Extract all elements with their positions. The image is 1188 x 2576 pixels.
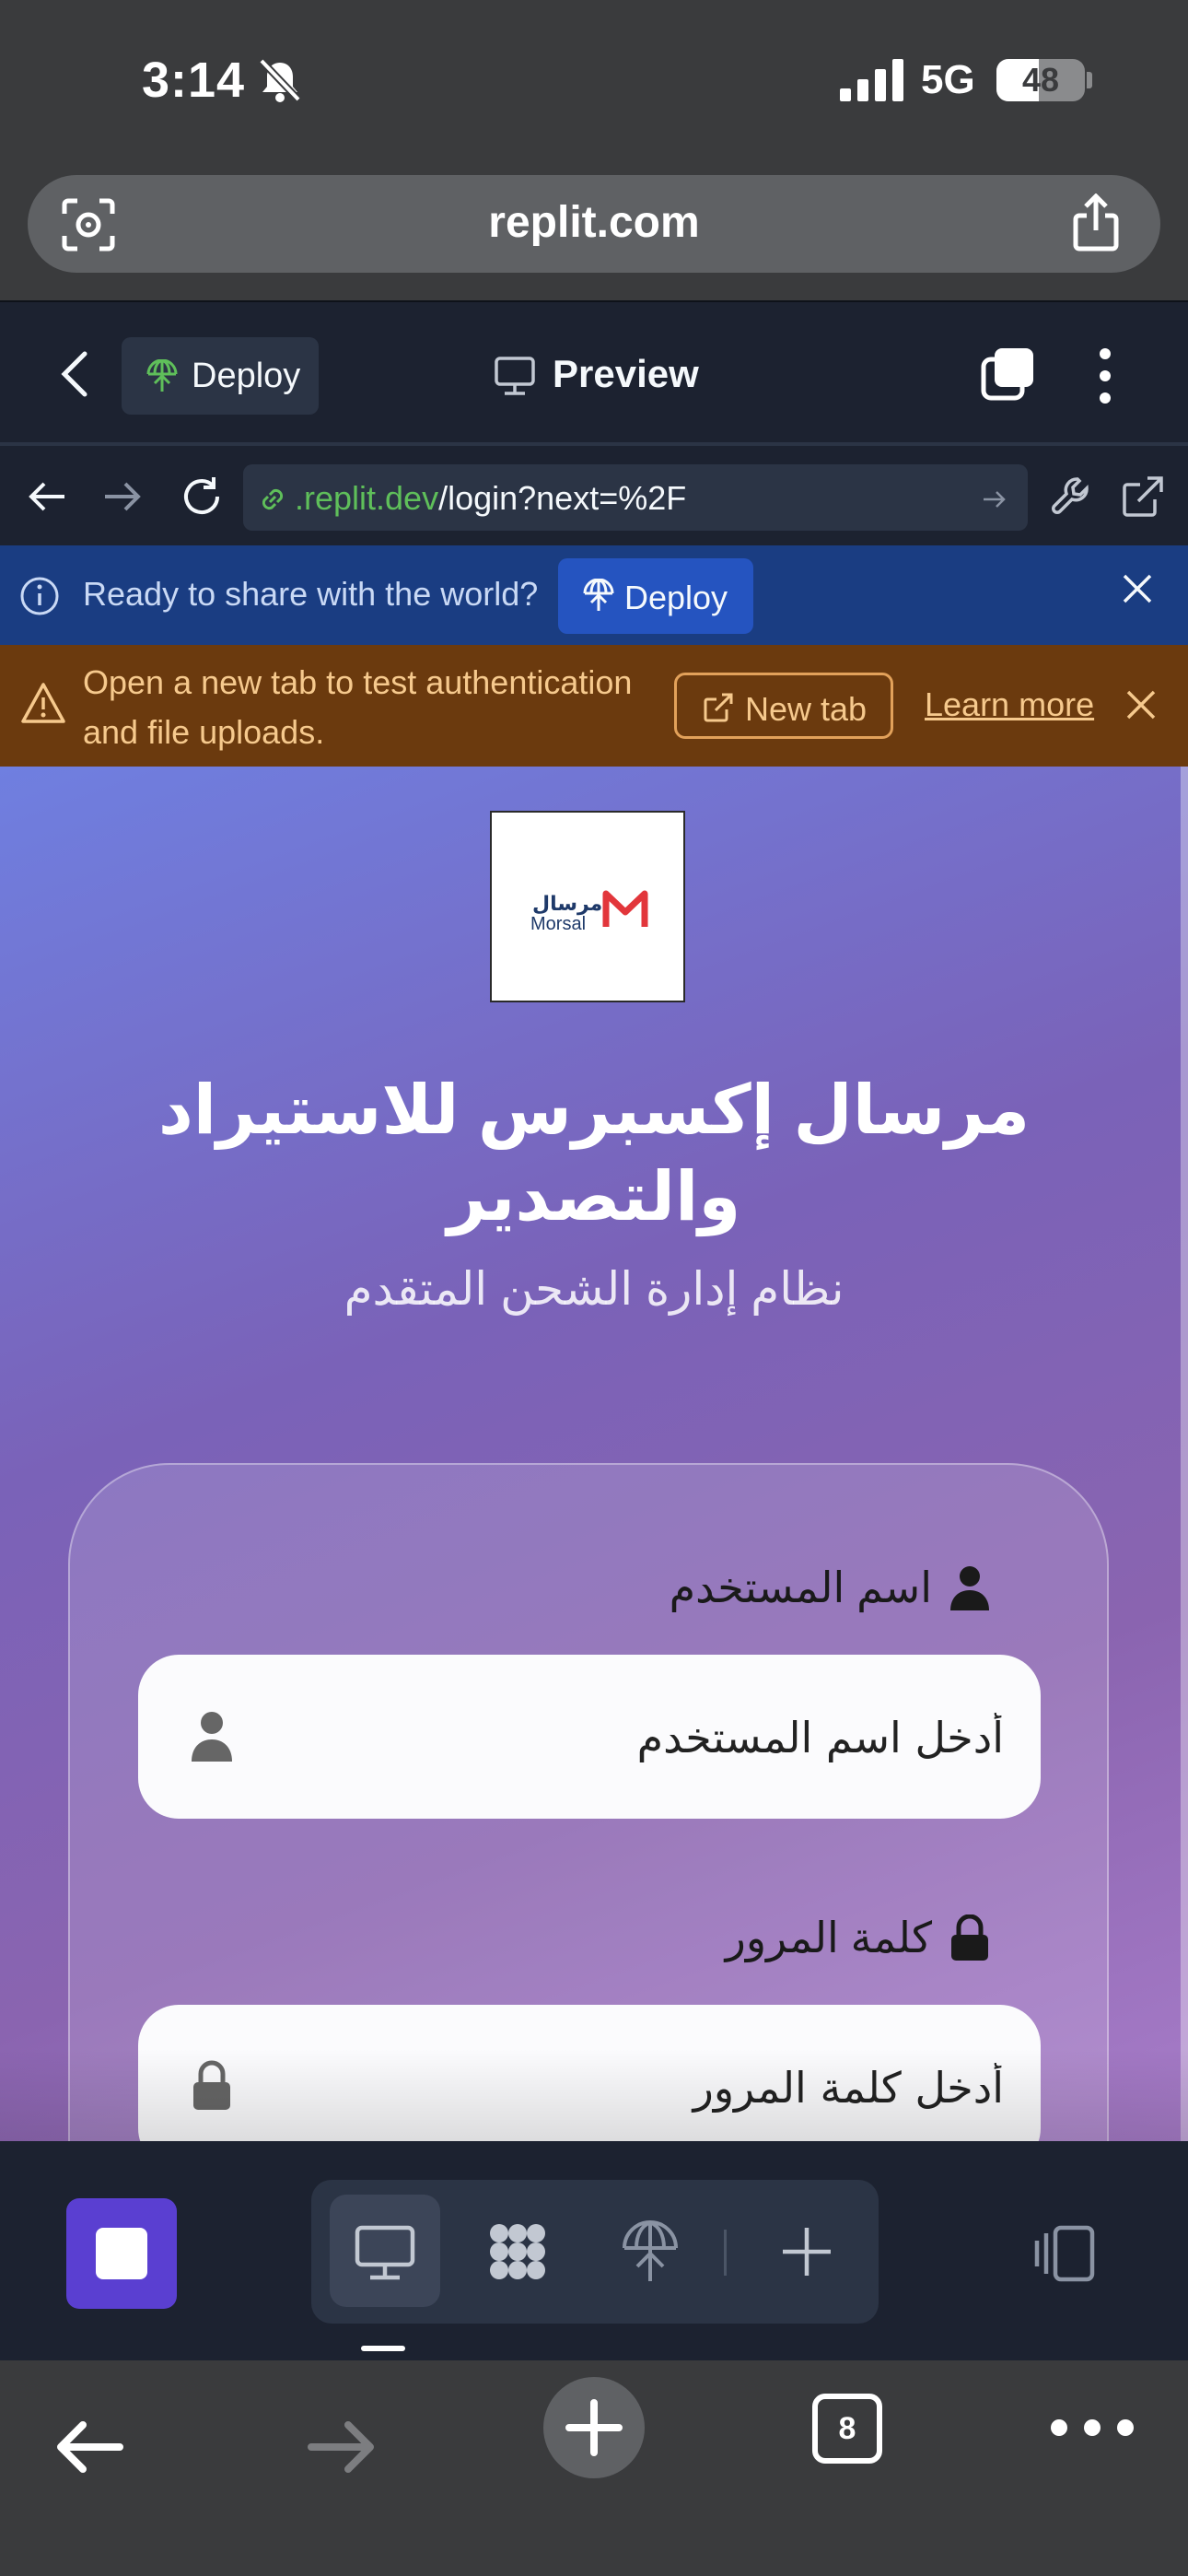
dock-deploy-tab[interactable] <box>595 2195 705 2307</box>
dock-indicator <box>361 2346 405 2351</box>
panel-icon[interactable] <box>1031 2224 1098 2283</box>
dock-add-tab[interactable] <box>751 2195 862 2307</box>
arrow-right-icon[interactable] <box>308 2419 378 2475</box>
plus-icon <box>565 2399 623 2456</box>
deploy-banner-message: Ready to share with the world? <box>83 575 539 613</box>
m-logo-icon <box>602 890 648 927</box>
stop-button[interactable] <box>66 2198 177 2309</box>
external-link-icon <box>704 693 733 722</box>
password-label-text: كلمة المرور <box>725 1914 932 1961</box>
dots-icon[interactable] <box>1046 2414 1138 2441</box>
deploy-icon <box>146 359 178 392</box>
close-icon[interactable] <box>1125 689 1157 720</box>
wrench-icon[interactable] <box>1050 474 1096 520</box>
user-icon <box>950 1566 989 1610</box>
safari-address-bar[interactable]: replit.com <box>28 175 1160 273</box>
battery-tip <box>1087 72 1092 88</box>
arrow-right-icon[interactable] <box>980 485 1009 514</box>
learn-more-link[interactable]: Learn more <box>925 685 1094 724</box>
battery-indicator: 48 <box>996 59 1085 101</box>
deploy-banner: Ready to share with the world? Deploy <box>0 545 1188 645</box>
close-icon[interactable] <box>1122 573 1153 604</box>
arrow-right-icon[interactable] <box>99 474 146 520</box>
username-label-text: اسم المستخدم <box>669 1563 932 1611</box>
signal-icon <box>840 59 903 101</box>
tabs-icon[interactable] <box>980 346 1035 402</box>
status-time: 3:14 <box>142 53 246 108</box>
preview-label: Preview <box>553 352 699 395</box>
ios-top-area: 3:14 5G 48 replit.com <box>0 0 1188 300</box>
login-card: اسم المستخدم كلمة المرور <box>68 1463 1109 2141</box>
preview-tab[interactable]: Preview <box>494 352 770 407</box>
arrow-left-icon[interactable] <box>24 474 70 520</box>
username-field[interactable] <box>138 1655 1041 1819</box>
login-page: مرسال Morsal مرسال إكسبرس للاستيراد والت… <box>0 767 1188 2141</box>
user-icon <box>192 1712 232 1762</box>
battery-percent: 48 <box>1021 61 1060 99</box>
external-link-icon[interactable] <box>1120 474 1166 520</box>
safari-toolbar: 8 <box>0 2360 1188 2576</box>
deploy-button[interactable]: Deploy <box>122 337 319 415</box>
deploy-icon <box>583 579 614 611</box>
webview-toolbar: .replit.dev/login?next=%2F <box>0 442 1188 545</box>
monitor-icon <box>355 2225 415 2280</box>
bell-slash-icon <box>259 58 301 102</box>
share-icon[interactable] <box>1070 193 1122 252</box>
dock-tab-group <box>311 2180 879 2324</box>
webview-url: .replit.dev/login?next=%2F <box>295 479 686 518</box>
dock-preview-tab[interactable] <box>330 2195 440 2307</box>
safari-url[interactable]: replit.com <box>28 197 1160 248</box>
url-path: /login?next=%2F <box>438 479 687 517</box>
logo-arabic: مرسال <box>532 892 603 915</box>
auth-warning-banner: Open a new tab to test authentication an… <box>0 645 1188 767</box>
lock-icon <box>951 1914 988 1961</box>
banner-deploy-label: Deploy <box>624 579 728 616</box>
new-tab-label: New tab <box>745 690 868 728</box>
scroll-edge <box>1181 767 1188 2141</box>
new-tab-button[interactable]: New tab <box>674 673 893 739</box>
warning-icon <box>21 683 65 723</box>
network-label: 5G <box>921 57 975 102</box>
arrow-left-icon[interactable] <box>53 2419 123 2475</box>
stop-icon <box>96 2228 147 2279</box>
replit-dock <box>0 2141 1188 2360</box>
replit-header: Deploy Preview <box>0 300 1188 442</box>
info-icon <box>20 577 59 615</box>
chevron-left-icon[interactable] <box>57 348 94 400</box>
new-tab-button[interactable] <box>543 2377 645 2478</box>
apps-icon <box>490 2224 545 2279</box>
kebab-icon[interactable] <box>1092 346 1118 405</box>
page-fade <box>0 2049 1188 2141</box>
banner-deploy-button[interactable]: Deploy <box>558 558 753 634</box>
plus-icon <box>783 2228 831 2276</box>
monitor-icon <box>495 357 535 395</box>
username-input[interactable] <box>230 1701 1004 1774</box>
logo-english: Morsal <box>530 914 587 934</box>
webview-url-field[interactable]: .replit.dev/login?next=%2F <box>243 464 1028 531</box>
page-subtitle: نظام إدارة الشحن المتقدم <box>344 1263 844 1315</box>
auth-warning-message: Open a new tab to test authentication an… <box>83 663 633 751</box>
dock-apps-tab[interactable] <box>462 2195 573 2307</box>
url-domain: .replit.dev <box>295 479 439 517</box>
tab-count-button[interactable]: 8 <box>812 2394 882 2464</box>
deploy-label: Deploy <box>192 357 301 395</box>
morsal-logo: مرسال Morsal <box>490 811 685 1002</box>
link-icon <box>262 488 284 510</box>
reload-icon[interactable] <box>179 474 225 520</box>
dock-separator <box>724 2230 727 2276</box>
page-title: مرسال إكسبرس للاستيراد والتصدير <box>157 1071 1031 1235</box>
deploy-icon <box>623 2220 678 2281</box>
